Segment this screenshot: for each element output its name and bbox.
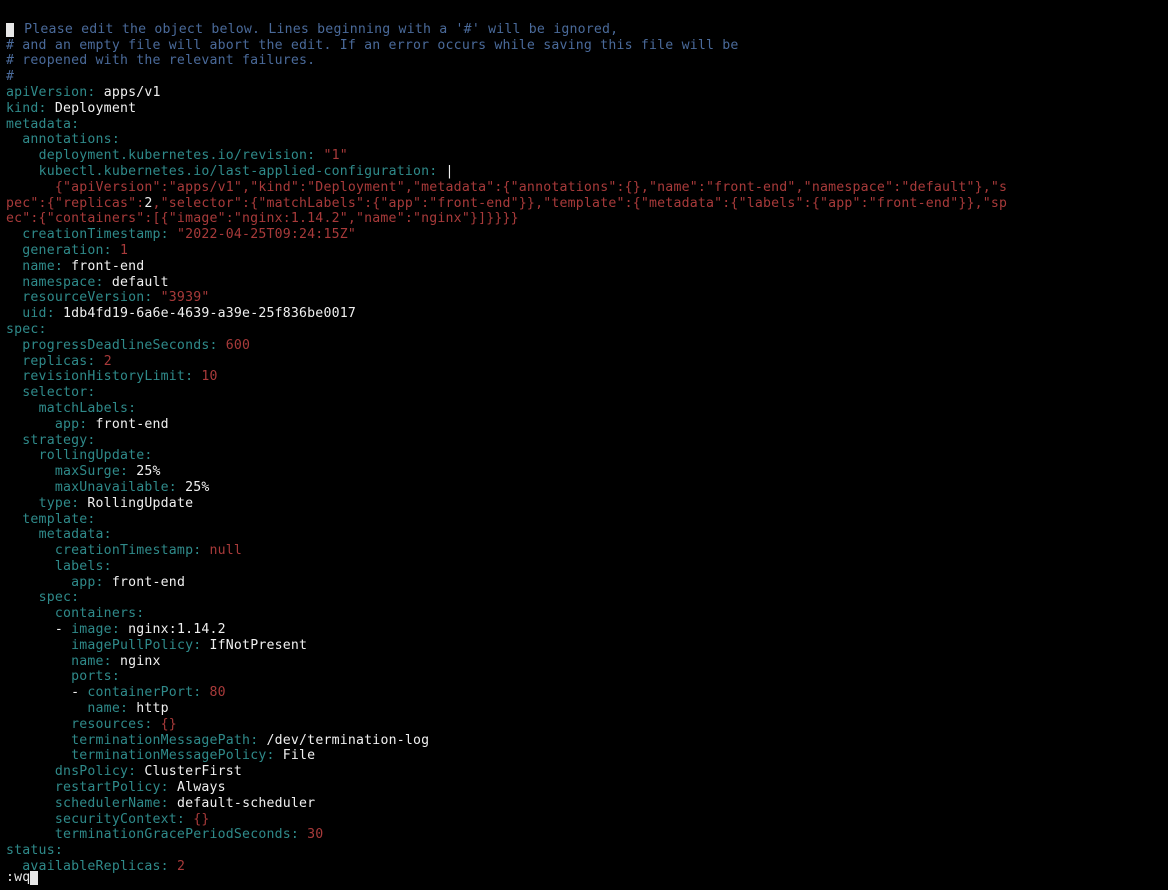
key-dnsPolicy: dnsPolicy:: [55, 764, 136, 779]
key-creationTimestamp: creationTimestamp:: [22, 227, 169, 242]
val-port-name: http: [136, 701, 169, 716]
val-json-replicas: 2: [144, 196, 152, 211]
cursor-top: [6, 23, 14, 37]
key-kind: kind:: [6, 101, 47, 116]
val-app-label: front-end: [112, 575, 185, 590]
key-selector: selector:: [22, 385, 95, 400]
val-revision: "1": [323, 148, 347, 163]
key-schedulerName: schedulerName:: [55, 796, 169, 811]
val-maxUnavailable: 25%: [185, 480, 209, 495]
key-apiVersion: apiVersion:: [6, 85, 96, 100]
key-resourceVersion: resourceVersion:: [22, 290, 152, 305]
val-replicas: 2: [104, 354, 112, 369]
val-app-selector: front-end: [96, 417, 169, 432]
key-maxSurge: maxSurge:: [55, 464, 128, 479]
key-metadata: metadata:: [6, 117, 79, 132]
cursor-cmdline: [30, 871, 38, 885]
val-securityContext: {}: [193, 812, 209, 827]
key-template-creationTimestamp: creationTimestamp:: [55, 543, 202, 558]
val-progressDeadlineSeconds: 600: [226, 338, 250, 353]
key-generation: generation:: [22, 243, 112, 258]
key-terminationMessagePath: terminationMessagePath:: [71, 733, 258, 748]
key-labels: labels:: [55, 559, 112, 574]
val-namespace: default: [112, 275, 169, 290]
val-json-line1: {"apiVersion":"apps/v1","kind":"Deployme…: [55, 180, 1007, 195]
val-creationTimestamp: "2022-04-25T09:24:15Z": [177, 227, 356, 242]
comment-line-3: # reopened with the relevant failures.: [6, 53, 315, 68]
key-progressDeadlineSeconds: progressDeadlineSeconds:: [22, 338, 217, 353]
val-terminationGracePeriodSeconds: 30: [307, 827, 323, 842]
key-replicas: replicas:: [22, 354, 95, 369]
dash-container: -: [55, 622, 71, 637]
val-generation: 1: [120, 243, 128, 258]
vim-command-text: :wq: [6, 870, 30, 885]
key-availableReplicas: availableReplicas:: [22, 859, 169, 874]
key-matchLabels: matchLabels:: [39, 401, 137, 416]
key-terminationGracePeriodSeconds: terminationGracePeriodSeconds:: [55, 827, 299, 842]
val-container-name: nginx: [120, 654, 161, 669]
val-imagePullPolicy: IfNotPresent: [210, 638, 308, 653]
key-strategy: strategy:: [22, 433, 95, 448]
key-image: image:: [71, 622, 120, 637]
key-app-label: app:: [71, 575, 104, 590]
key-template: template:: [22, 512, 95, 527]
val-apiVersion: apps/v1: [104, 85, 161, 100]
val-terminationMessagePolicy: File: [283, 748, 316, 763]
key-name: name:: [22, 259, 63, 274]
key-maxUnavailable: maxUnavailable:: [55, 480, 177, 495]
key-containerPort: containerPort:: [87, 685, 201, 700]
val-dnsPolicy: ClusterFirst: [144, 764, 242, 779]
val-revisionHistoryLimit: 10: [201, 369, 217, 384]
val-json-line2a: pec":{"replicas":: [6, 196, 144, 211]
key-last-applied: kubectl.kubernetes.io/last-applied-confi…: [39, 164, 438, 179]
val-terminationMessagePath: /dev/termination-log: [266, 733, 429, 748]
val-maxSurge: 25%: [136, 464, 160, 479]
dash-port: -: [71, 685, 87, 700]
key-port-name: name:: [87, 701, 128, 716]
key-template-spec: spec:: [39, 590, 80, 605]
val-image: nginx:1.14.2: [128, 622, 226, 637]
key-securityContext: securityContext:: [55, 812, 185, 827]
key-terminationMessagePolicy: terminationMessagePolicy:: [71, 748, 275, 763]
comment-line-1: Please edit the object below. Lines begi…: [16, 22, 618, 37]
key-revision: deployment.kubernetes.io/revision:: [39, 148, 316, 163]
key-spec: spec:: [6, 322, 47, 337]
key-namespace: namespace:: [22, 275, 103, 290]
val-resourceVersion: "3939": [161, 290, 210, 305]
vim-command-line[interactable]: :wq: [6, 870, 38, 886]
key-app: app:: [55, 417, 88, 432]
key-imagePullPolicy: imagePullPolicy:: [71, 638, 201, 653]
key-container-name: name:: [71, 654, 112, 669]
key-status: status:: [6, 843, 63, 858]
val-name: front-end: [71, 259, 144, 274]
val-resources: {}: [161, 717, 177, 732]
key-containers: containers:: [55, 606, 145, 621]
val-strategy-type: RollingUpdate: [87, 496, 193, 511]
val-availableReplicas: 2: [177, 859, 185, 874]
val-json-line3: ec":{"containers":[{"image":"nginx:1.14.…: [6, 211, 519, 226]
key-revisionHistoryLimit: revisionHistoryLimit:: [22, 369, 193, 384]
val-kind: Deployment: [55, 101, 136, 116]
key-resources: resources:: [71, 717, 152, 732]
val-json-line2b: ,"selector":{"matchLabels":{"app":"front…: [153, 196, 1008, 211]
val-pipe: |: [446, 164, 454, 179]
comment-line-2: # and an empty file will abort the edit.…: [6, 38, 739, 53]
val-uid: 1db4fd19-6a6e-4639-a39e-25f836be0017: [63, 306, 356, 321]
key-rollingUpdate: rollingUpdate:: [39, 448, 153, 463]
key-template-metadata: metadata:: [39, 527, 112, 542]
key-strategy-type: type:: [39, 496, 80, 511]
val-containerPort: 80: [210, 685, 226, 700]
terminal-editor[interactable]: Please edit the object below. Lines begi…: [0, 0, 1168, 881]
key-annotations: annotations:: [22, 132, 120, 147]
val-template-creationTimestamp: null: [210, 543, 243, 558]
comment-line-4: #: [6, 69, 14, 84]
key-ports: ports:: [71, 669, 120, 684]
val-restartPolicy: Always: [177, 780, 226, 795]
key-restartPolicy: restartPolicy:: [55, 780, 169, 795]
val-schedulerName: default-scheduler: [177, 796, 315, 811]
key-uid: uid:: [22, 306, 55, 321]
